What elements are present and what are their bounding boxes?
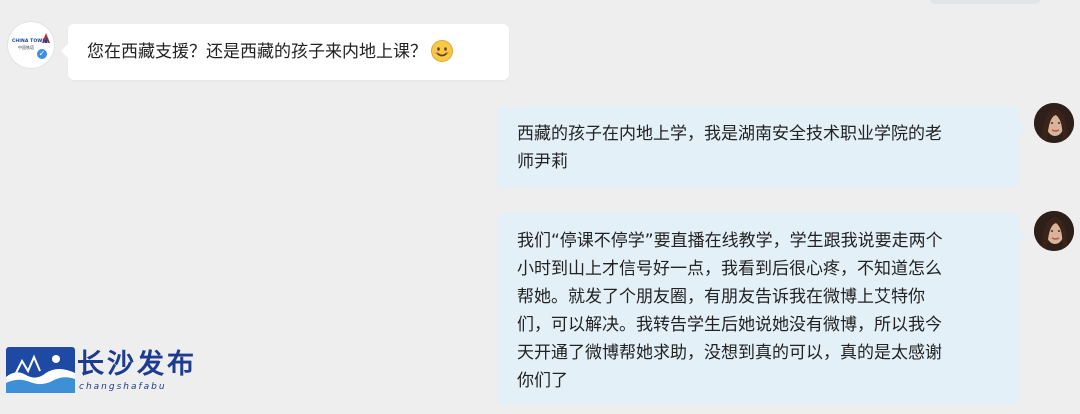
outgoing-message-bubble: 西藏的孩子在内地上学，我是湖南安全技术职业学院的老 师尹莉 [497, 106, 1026, 188]
watermark-subtitle: changshafabu [79, 382, 167, 392]
watermark-title: 长沙发布 [77, 349, 197, 380]
message-line: 师尹莉 [517, 152, 568, 172]
smile-emoji-icon [431, 40, 453, 62]
message-line: 们，可以解决。我转告学生后她说她没有微博，所以我今 [517, 315, 942, 335]
avatar-brand-name-cn: 中国铁塔 [18, 45, 34, 50]
user-photo-icon [1034, 103, 1074, 143]
previous-message-edge [930, 0, 1040, 4]
user-avatar[interactable] [1034, 211, 1074, 251]
contact-avatar[interactable]: CHINA TOWER 中国铁塔 [8, 22, 54, 68]
message-line: 你们了 [517, 371, 568, 391]
message-text: 您在西藏支援？还是西藏的孩子来内地上课？ [87, 42, 427, 62]
verified-badge-icon: ✓ [35, 47, 49, 61]
message-line: 西藏的孩子在内地上学，我是湖南安全技术职业学院的老 [517, 124, 942, 144]
message-line: 我们“停课不停学”要直播在线教学，学生跟我说要走两个 [517, 231, 943, 251]
incoming-message-bubble: 您在西藏支援？还是西藏的孩子来内地上课？ [61, 24, 509, 80]
watermark: 长沙发布 changshafabu [6, 347, 211, 395]
message-line: 帮她。就发了个朋友圈，有朋友告诉我在微博上艾特你 [517, 287, 925, 307]
watermark-logo-icon [6, 347, 75, 393]
avatar-brand-name: CHINA TOWER [12, 39, 50, 44]
user-avatar[interactable] [1034, 103, 1074, 143]
message-line: 天开通了微博帮她求助，没想到真的可以，真的是太感谢 [517, 343, 942, 363]
message-line: 小时到山上才信号好一点，我看到后很心疼，不知道怎么 [517, 259, 942, 279]
user-photo-icon [1034, 211, 1074, 251]
outgoing-message-bubble: 我们“停课不停学”要直播在线教学，学生跟我说要走两个 小时到山上才信号好一点，我… [497, 213, 1026, 405]
